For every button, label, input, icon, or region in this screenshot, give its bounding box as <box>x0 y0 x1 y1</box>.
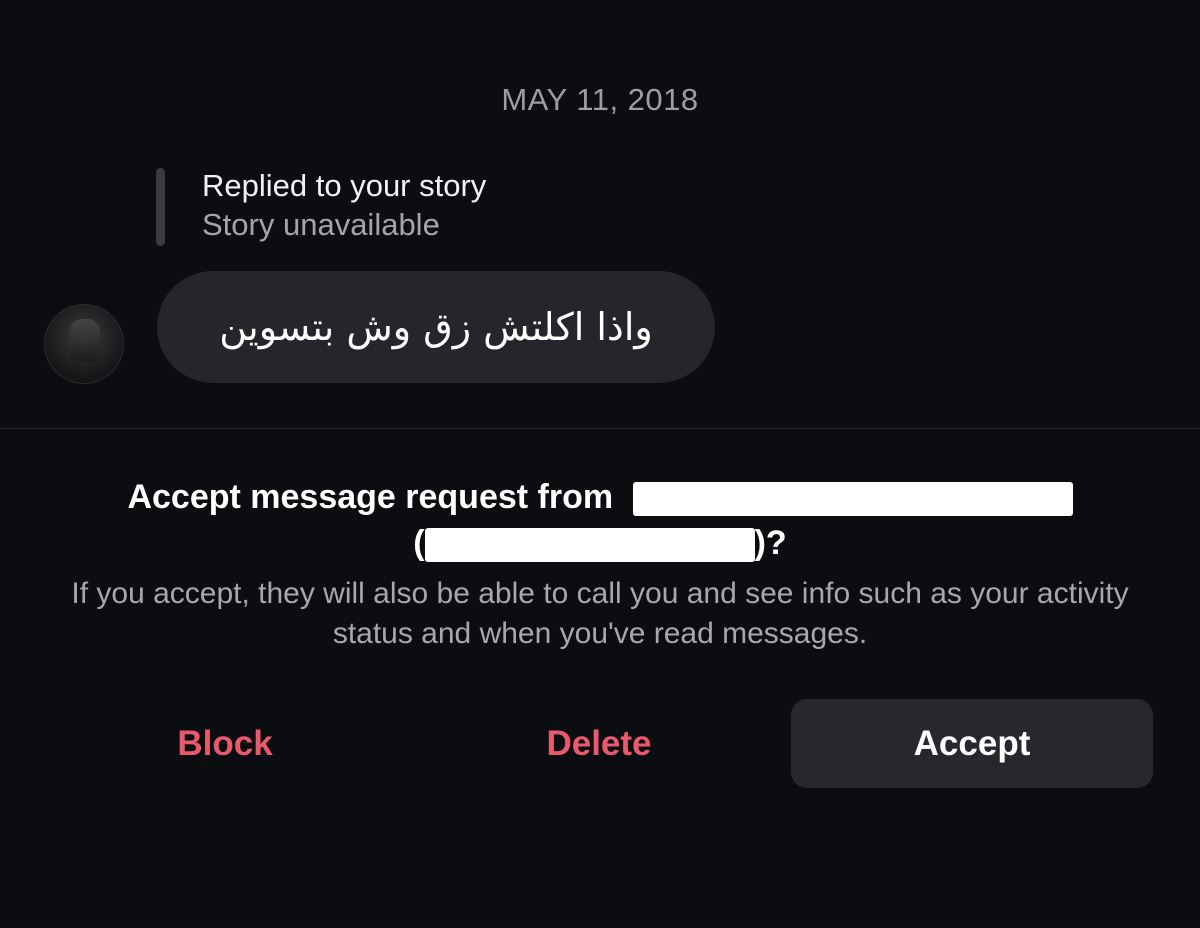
story-reply-title: Replied to your story <box>202 168 487 203</box>
delete-button[interactable]: Delete <box>414 699 784 788</box>
date-header: MAY 11, 2018 <box>501 82 699 117</box>
request-title-suffix: )? <box>754 524 787 562</box>
accept-button[interactable]: Accept <box>791 699 1153 788</box>
block-button[interactable]: Block <box>40 699 410 788</box>
redacted-username <box>424 528 755 563</box>
story-reply-bar <box>156 168 165 246</box>
redacted-display-name <box>632 482 1073 517</box>
sender-avatar[interactable] <box>44 304 124 384</box>
request-title: Accept message request from ()? <box>60 474 1140 566</box>
story-reply-context[interactable]: Replied to your story Story unavailable <box>156 166 756 248</box>
divider <box>0 428 1200 429</box>
request-description: If you accept, they will also be able to… <box>71 577 1129 650</box>
request-title-open-paren: ( <box>413 524 425 562</box>
request-title-prefix: Accept message request from <box>127 478 614 516</box>
message-bubble[interactable]: واذا اكلتش زق وش بتسوين <box>157 271 715 383</box>
story-reply-status: Story unavailable <box>202 207 440 242</box>
avatar-image <box>70 319 100 361</box>
message-text: واذا اكلتش زق وش بتسوين <box>219 305 653 349</box>
